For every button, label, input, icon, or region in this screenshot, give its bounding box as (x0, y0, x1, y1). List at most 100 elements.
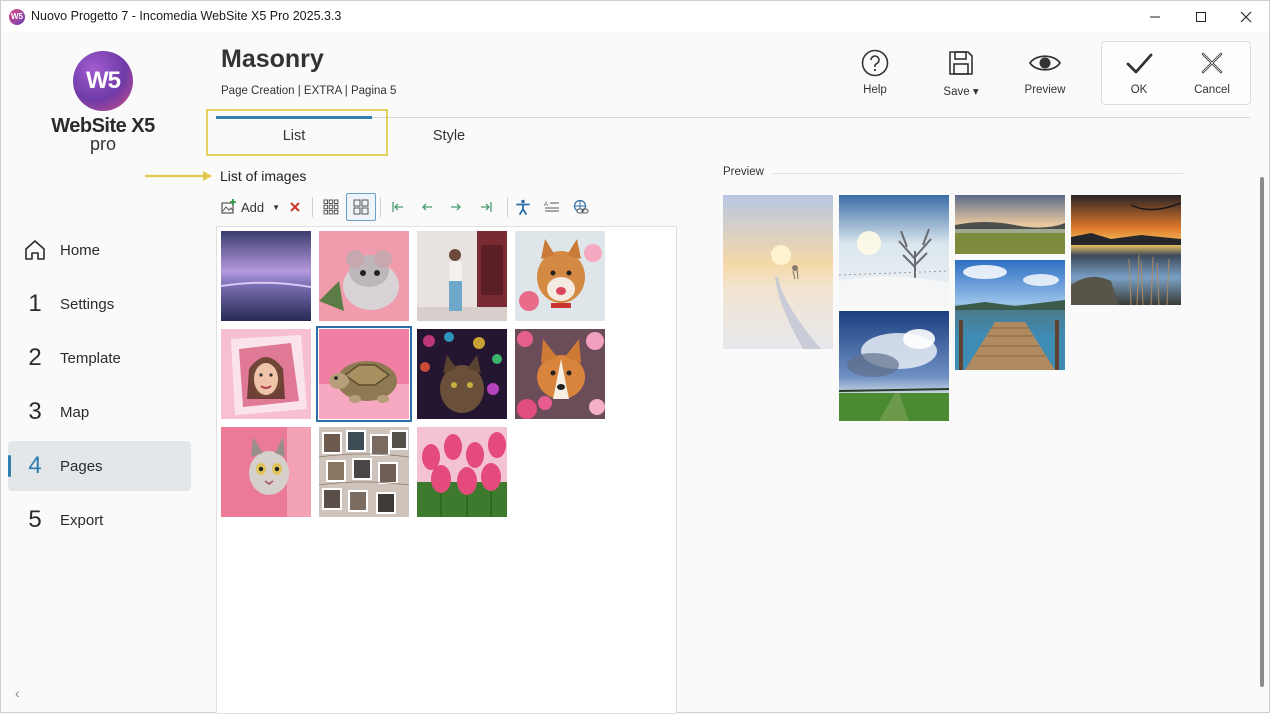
thumbnail-polaroid-wall[interactable] (319, 427, 409, 517)
large-grid-view-button[interactable] (346, 193, 376, 221)
move-last-icon (481, 202, 492, 212)
thumbnail-pink-tulips[interactable] (417, 427, 507, 517)
help-button[interactable]: Help (840, 47, 910, 96)
toolbar-separator (507, 197, 508, 217)
thumbnail-woman-in-doorway[interactable] (417, 231, 507, 321)
ok-button[interactable]: OK (1104, 47, 1174, 96)
nav-item-map[interactable]: 3 Map (8, 387, 191, 437)
delete-image-button[interactable] (285, 193, 305, 221)
cancel-button[interactable]: Cancel (1177, 47, 1247, 96)
nav-step-number: 3 (28, 398, 42, 425)
checkmark-icon (1104, 47, 1174, 79)
minimize-button[interactable] (1132, 1, 1178, 32)
image-list-toolbar: Add ▼ A (219, 193, 679, 221)
preview-image-wooden-pier-lake (955, 260, 1065, 370)
preview-image-frosted-tree (839, 195, 949, 305)
main-nav: Home 1 Settings 2 Template 3 Map 4 Pages… (8, 225, 191, 549)
nav-item-settings[interactable]: 1 Settings (8, 279, 191, 329)
preview-image-lake-reeds-sunset (1071, 195, 1181, 305)
arrow-right-icon (451, 203, 461, 211)
add-image-icon (221, 199, 236, 214)
preview-section-label: Preview (723, 166, 764, 178)
cancel-label: Cancel (1194, 84, 1230, 96)
annotation-arrow-icon (145, 171, 212, 181)
preview-image-cloudy-sky-field (839, 311, 949, 421)
help-icon (840, 47, 910, 79)
save-label: Save ▾ (943, 86, 979, 98)
large-grid-icon (353, 199, 369, 215)
scrollbar-thumb[interactable] (1260, 177, 1264, 687)
arrow-left-icon (422, 203, 432, 211)
move-left-button[interactable] (416, 193, 438, 221)
maximize-icon (1196, 11, 1206, 22)
app-window: W5 Nuovo Progetto 7 - Incomedia WebSite … (0, 0, 1270, 714)
nav-label: Pages (60, 457, 103, 475)
thumbnail-shiba-inu-flowers[interactable] (515, 231, 605, 321)
accessibility-button[interactable] (512, 193, 534, 221)
collapse-sidebar-button[interactable]: ‹ (15, 685, 20, 701)
home-icon (22, 237, 48, 263)
vertical-scrollbar[interactable] (1255, 161, 1269, 713)
nav-label: Map (60, 403, 90, 421)
close-icon (1240, 11, 1252, 22)
window-title: Nuovo Progetto 7 - Incomedia WebSite X5 … (31, 9, 342, 23)
toolbar-separator (312, 197, 313, 217)
move-right-button[interactable] (445, 193, 467, 221)
nav-step-number: 5 (28, 506, 42, 533)
nav-label: Home (60, 241, 101, 259)
eye-icon (1010, 47, 1080, 79)
tab-style[interactable]: Style (381, 118, 517, 154)
text-caption-button[interactable]: A (541, 193, 563, 221)
nav-label: Export (60, 511, 104, 529)
dropdown-arrow-icon: ▼ (272, 202, 281, 212)
thumbnail-purple-sea-sunset[interactable] (221, 231, 311, 321)
annotation-highlight-box (206, 109, 388, 156)
ok-label: OK (1130, 84, 1148, 96)
thumbnail-mouse-on-pink[interactable] (319, 231, 409, 321)
nav-item-export[interactable]: 5 Export (8, 495, 191, 545)
preview-image-snowy-road-sunrise (723, 195, 833, 349)
thumbnail-cat-peeking-pink-wall[interactable] (221, 427, 311, 517)
link-button[interactable] (570, 193, 592, 221)
nav-item-template[interactable]: 2 Template (8, 333, 191, 383)
caption-text-icon: A (544, 202, 559, 212)
thumbnail-cat-with-bokeh-lights[interactable] (417, 329, 507, 419)
add-image-button[interactable]: Add ▼ (219, 193, 281, 221)
preview-divider (773, 173, 1183, 174)
nav-label: Template (60, 349, 121, 367)
save-icon (926, 47, 996, 79)
help-label: Help (863, 84, 887, 96)
image-list-panel[interactable] (216, 226, 677, 714)
save-button[interactable]: Save ▾ (926, 47, 996, 98)
title-bar: W5 Nuovo Progetto 7 - Incomedia WebSite … (1, 1, 1269, 32)
logo-mark: W5 (73, 51, 133, 111)
app-icon: W5 (9, 9, 25, 25)
product-logo: W5 WebSite X5 pro (51, 51, 155, 155)
nav-label: Settings (60, 295, 115, 313)
move-first-button[interactable] (387, 193, 409, 221)
thumbnail-tortoise-on-pink[interactable] (316, 326, 412, 422)
move-first-icon (392, 202, 403, 212)
move-last-button[interactable] (475, 193, 497, 221)
link-globe-icon (573, 199, 589, 214)
nav-item-pages[interactable]: 4 Pages (8, 441, 191, 491)
thumbnail-woman-breaking-paper[interactable] (221, 329, 311, 419)
cancel-x-icon (1177, 47, 1247, 79)
page-title: Masonry (221, 45, 324, 73)
preview-label: Preview (1024, 84, 1066, 96)
small-grid-view-button[interactable] (318, 193, 344, 221)
preview-image-meadow-lake-sunset (955, 195, 1065, 254)
nav-step-number: 2 (28, 344, 42, 371)
toolbar-separator (380, 197, 381, 217)
nav-step-number: 1 (28, 290, 42, 317)
accessibility-icon (516, 199, 530, 215)
maximize-button[interactable] (1178, 1, 1224, 32)
preview-button[interactable]: Preview (1010, 47, 1080, 96)
svg-text:A: A (544, 202, 548, 208)
thumbnail-corgi-in-flowers[interactable] (515, 329, 605, 419)
logo-edition: pro (89, 134, 116, 154)
close-window-button[interactable] (1223, 1, 1269, 32)
nav-item-home[interactable]: Home (8, 225, 191, 275)
delete-x-icon (290, 202, 300, 212)
logo-name: WebSite X5 (51, 115, 155, 137)
